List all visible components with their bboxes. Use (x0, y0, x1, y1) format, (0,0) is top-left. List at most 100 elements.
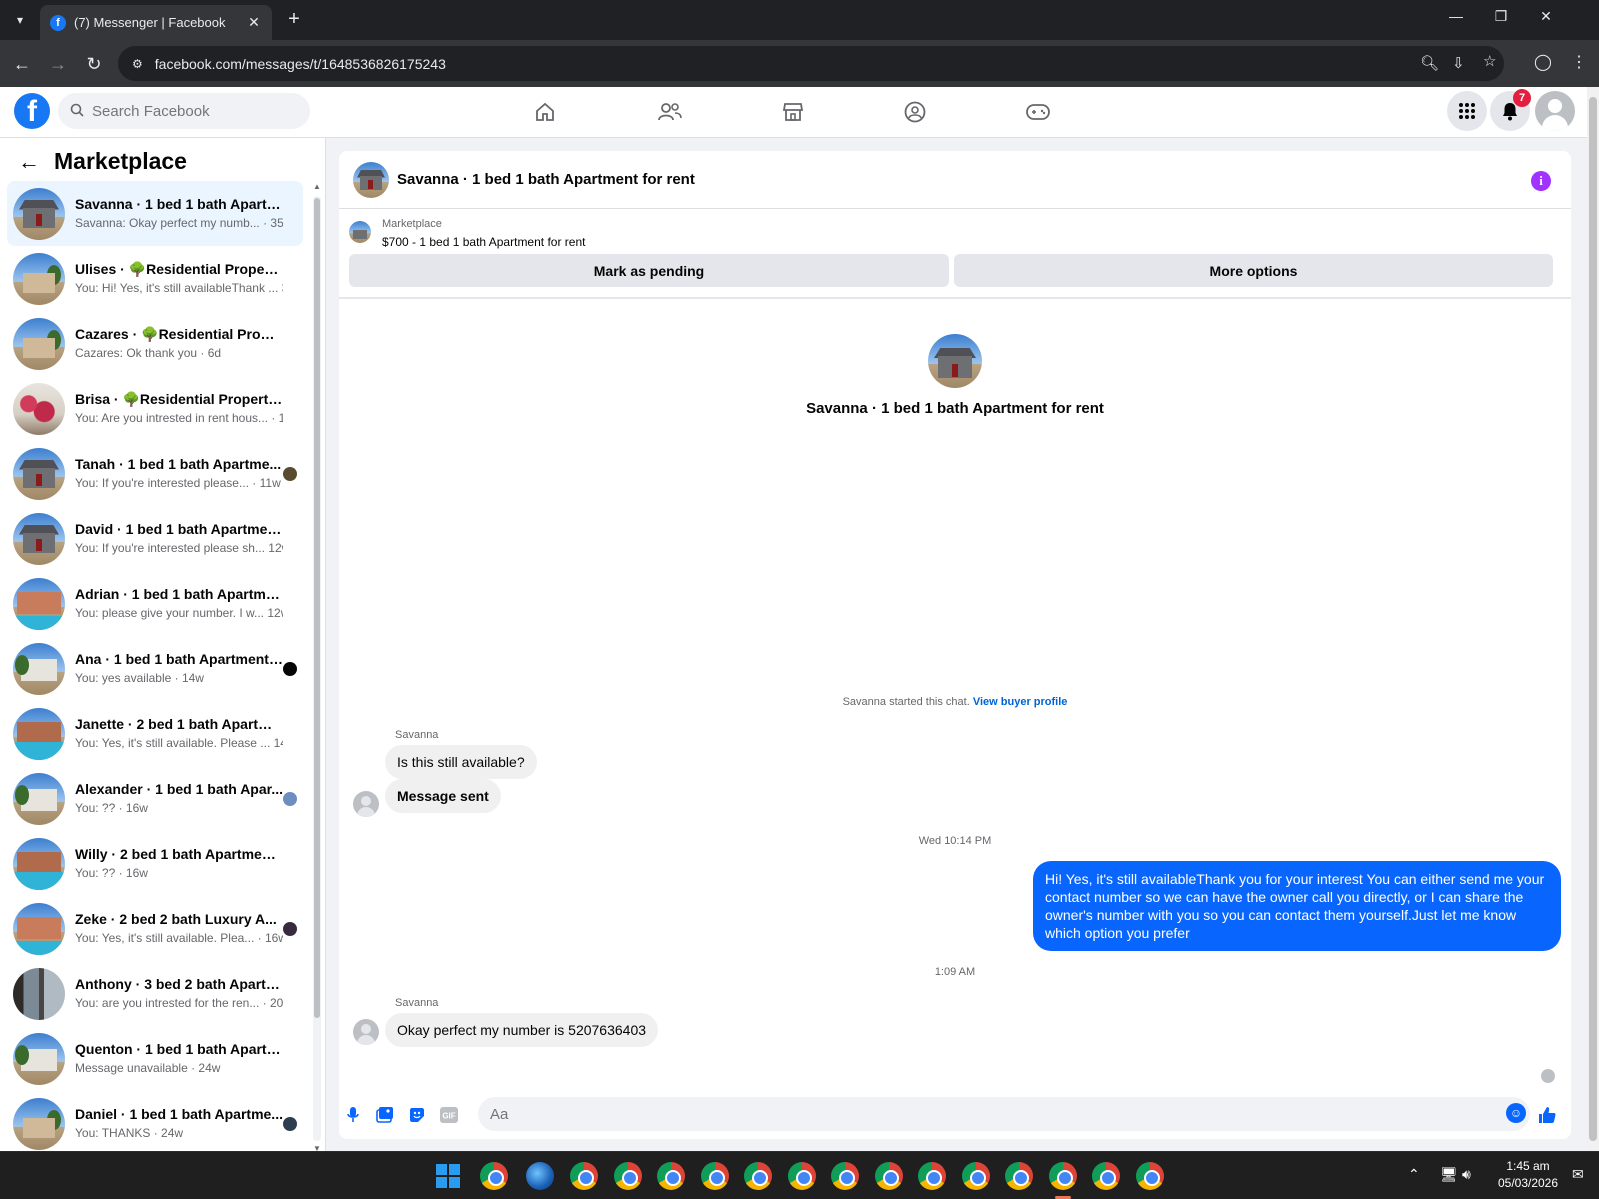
forward-icon[interactable]: → (46, 52, 70, 76)
chrome-window-icon[interactable] (744, 1162, 772, 1190)
reload-icon[interactable]: ↻ (82, 52, 106, 76)
conversation-item[interactable]: Brisa · 🌳Residential Propertie f... You: … (7, 376, 303, 441)
chrome-window-icon[interactable] (961, 1162, 990, 1190)
windows-start-icon[interactable] (436, 1164, 460, 1188)
gif-icon[interactable]: GIF (437, 1103, 461, 1127)
back-icon[interactable]: ← (10, 52, 34, 76)
install-icon[interactable]: ⇩ (1452, 54, 1465, 72)
chrome-menu-icon[interactable]: ⋮ (1567, 52, 1591, 72)
chrome-window-icon[interactable] (1135, 1162, 1164, 1190)
conversation-item[interactable]: Willy · 2 bed 1 bath Apartment f... You: … (7, 831, 303, 896)
incoming-message[interactable]: Message sent (385, 779, 501, 813)
browser-tab[interactable]: f (7) Messenger | Facebook ✕ (40, 5, 272, 40)
friends-icon[interactable] (655, 97, 685, 127)
facebook-logo-icon[interactable]: f (14, 93, 50, 129)
conversation-item[interactable]: Quenton · 1 bed 1 bath Apartme... Message… (7, 1026, 303, 1091)
message-input[interactable] (478, 1097, 1530, 1131)
listing-title[interactable]: $700 - 1 bed 1 bath Apartment for rent (382, 235, 585, 249)
microphone-icon[interactable] (341, 1103, 365, 1127)
chrome-window-icon[interactable] (570, 1162, 598, 1190)
profile-icon[interactable]: ◯ (1531, 52, 1555, 72)
tab-search-icon[interactable]: ▾ (8, 8, 32, 32)
chrome-window-icon[interactable] (1005, 1162, 1033, 1190)
conversation-name: Zeke · 2 bed 2 bath Luxury A... (75, 911, 277, 927)
conversation-item[interactable]: Zeke · 2 bed 2 bath Luxury A... You: Yes,… (7, 896, 303, 961)
minimize-icon[interactable]: — (1444, 8, 1468, 24)
sender-avatar[interactable] (353, 1019, 379, 1045)
sidebar-scrollbar[interactable]: ▲ ▼ (313, 182, 321, 1153)
sticker-icon[interactable] (405, 1103, 429, 1127)
conversation-item[interactable]: Ulises · 🌳Residential Propertie ... You: … (7, 246, 303, 311)
view-buyer-profile-link[interactable]: View buyer profile (973, 696, 1068, 708)
thumbs-up-icon[interactable] (1535, 1103, 1559, 1127)
conversation-name: Willy · 2 bed 1 bath Apartment f... (75, 846, 283, 862)
outgoing-message[interactable]: Hi! Yes, it's still availableThank you f… (1033, 861, 1561, 951)
notification-center-icon[interactable]: ✉ (1572, 1166, 1584, 1183)
message-timestamp: Wed 10:14 PM (918, 835, 992, 847)
bookmark-star-icon[interactable]: ☆ (1483, 52, 1496, 70)
chrome-window-icon[interactable] (1092, 1162, 1120, 1190)
chat-header[interactable]: Savanna · 1 bed 1 bath Apartment for ren… (339, 151, 1571, 209)
sender-name: Savanna (395, 997, 439, 1009)
conversation-item[interactable]: Janette · 2 bed 1 bath Apartmen... You: Y… (7, 701, 303, 766)
menu-grid-icon[interactable] (1447, 91, 1487, 131)
mark-as-pending-button[interactable]: Mark as pending (349, 254, 949, 287)
more-options-button[interactable]: More options (954, 254, 1553, 287)
browser-app-icon[interactable] (526, 1162, 554, 1190)
tab-close-icon[interactable]: ✕ (246, 14, 262, 31)
conversation-item[interactable]: Anthony · 3 bed 2 bath Apartm... You: are… (7, 961, 303, 1026)
conversation-name: Ulises · 🌳Residential Propertie ... (75, 261, 283, 277)
read-receipt-avatar (283, 1117, 297, 1131)
emoji-icon[interactable]: ☺ (1506, 1103, 1526, 1123)
zoom-icon[interactable]: 🔍︎ (1420, 54, 1439, 72)
system-clock[interactable]: 1:45 am 05/03/2026 (1490, 1158, 1566, 1192)
listing-source: Marketplace (382, 218, 442, 230)
chrome-window-icon[interactable] (1048, 1162, 1077, 1199)
marketplace-icon[interactable] (778, 97, 808, 127)
facebook-favicon-icon: f (50, 14, 66, 31)
conversation-item[interactable]: Cazares · 🌳Residential Properti... Cazare… (7, 311, 303, 376)
chrome-window-icon[interactable] (657, 1162, 685, 1190)
groups-icon[interactable] (900, 97, 930, 127)
chrome-window-icon[interactable] (918, 1162, 946, 1190)
search-box[interactable] (58, 93, 310, 129)
listing-thumbnail[interactable] (349, 221, 371, 243)
chrome-window-icon[interactable] (700, 1162, 729, 1190)
restore-icon[interactable]: ❐ (1489, 8, 1513, 25)
volume-icon[interactable]: 🔊︎ (1462, 1166, 1471, 1183)
conversation-item[interactable]: Ana · 1 bed 1 bath Apartment ... You: yes… (7, 636, 303, 701)
conversation-item[interactable]: David · 1 bed 1 bath Apartment ... You: I… (7, 506, 303, 571)
incoming-message[interactable]: Okay perfect my number is 5207636403 (385, 1013, 659, 1047)
chrome-app-icon[interactable] (480, 1162, 508, 1190)
search-input[interactable] (92, 102, 292, 120)
conversation-item[interactable]: Savanna · 1 bed 1 bath Apartme... Savanna… (7, 181, 303, 246)
address-bar[interactable]: ⚙ facebook.com/messages/t/16485368261752… (118, 46, 1504, 81)
conversation-text: Cazares · 🌳Residential Properti... Cazare… (75, 325, 283, 362)
conversation-name: Brisa · 🌳Residential Propertie f... (75, 391, 283, 407)
conversation-item[interactable]: Daniel · 1 bed 1 bath Apartme... You: THA… (7, 1091, 303, 1156)
tray-overflow-icon[interactable]: ⌃ (1408, 1166, 1420, 1183)
conversation-item[interactable]: Tanah · 1 bed 1 bath Apartme... You: If y… (7, 441, 303, 506)
page-scrollbar[interactable] (1587, 87, 1599, 1151)
chrome-window-icon[interactable] (874, 1162, 903, 1190)
home-icon[interactable] (530, 97, 560, 127)
sender-avatar[interactable] (353, 791, 379, 817)
search-icon (70, 103, 84, 120)
back-arrow-icon[interactable]: ← (18, 149, 40, 175)
chrome-window-icon[interactable] (787, 1162, 816, 1190)
chrome-window-icon[interactable] (613, 1162, 642, 1190)
new-tab-icon[interactable]: + (282, 8, 306, 31)
incoming-message[interactable]: Is this still available? (385, 745, 537, 779)
close-window-icon[interactable]: ✕ (1534, 8, 1558, 25)
conversation-item[interactable]: Adrian · 1 bed 1 bath Apartment... You: p… (7, 571, 303, 636)
conversation-text: Anthony · 3 bed 2 bath Apartm... You: are… (75, 975, 283, 1012)
site-settings-icon[interactable]: ⚙ (132, 57, 143, 71)
chrome-window-icon[interactable] (831, 1162, 859, 1190)
photo-icon[interactable] (373, 1103, 397, 1127)
conversation-item[interactable]: Alexander · 1 bed 1 bath Apar... You: ?? … (7, 766, 303, 831)
gaming-icon[interactable] (1023, 97, 1053, 127)
conversation-text: Zeke · 2 bed 2 bath Luxury A... You: Yes,… (75, 910, 283, 947)
account-avatar[interactable] (1535, 91, 1575, 131)
info-icon[interactable]: i (1531, 171, 1551, 191)
network-icon[interactable]: 🖥︎ (1440, 1166, 1458, 1183)
